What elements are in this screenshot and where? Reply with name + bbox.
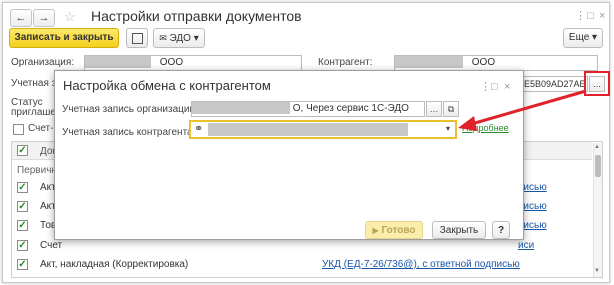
done-button[interactable]: ▶ Готово xyxy=(365,221,423,239)
redacted-block xyxy=(395,56,463,69)
more-button[interactable]: Еще ▾ xyxy=(563,28,603,48)
org-account-select-button[interactable]: … xyxy=(426,101,442,117)
contractor-value: ООО xyxy=(471,57,496,68)
close-icon[interactable]: × xyxy=(599,9,605,23)
dialog-title: Настройка обмена с контрагентом xyxy=(63,78,271,93)
table-row-label: Счет xyxy=(40,240,63,251)
contractor-account-label: Учетная запись контрагента: xyxy=(62,127,196,138)
row-checkbox[interactable]: ✓ xyxy=(17,201,28,212)
save-and-close-button[interactable]: Записать и закрыть xyxy=(9,28,119,48)
contractor-field[interactable]: ООО xyxy=(394,55,598,71)
back-button[interactable]: ← xyxy=(10,9,32,27)
header-checkbox[interactable]: ✓ xyxy=(17,145,28,156)
maximize-icon[interactable]: □ xyxy=(587,9,594,23)
edo-menu-button[interactable]: ✉ ЭДО ▾ xyxy=(153,28,205,48)
redacted-block xyxy=(85,56,151,69)
play-icon: ▶ xyxy=(372,226,379,235)
close-dialog-button[interactable]: Закрыть xyxy=(432,221,486,239)
arrow-right-icon: → xyxy=(38,12,50,24)
star-icon[interactable]: ☆ xyxy=(64,9,76,25)
row-checkbox[interactable]: ✓ xyxy=(17,240,28,251)
more-label: Еще xyxy=(568,32,590,43)
edo-label: ЭДО xyxy=(169,33,191,44)
org-field[interactable]: ООО xyxy=(84,55,302,71)
invoice-checkbox[interactable] xyxy=(13,124,24,135)
table-row-link[interactable]: иси xyxy=(518,240,534,251)
contractor-label: Контрагент: xyxy=(318,57,373,68)
table-row-label: Акт, накладная (Корректировка) xyxy=(40,259,189,270)
help-button[interactable]: ? xyxy=(492,221,510,239)
redacted-block xyxy=(208,123,408,136)
edo-icon: ✉ xyxy=(159,33,167,43)
org-label: Организация: xyxy=(11,57,75,68)
done-label: Готово xyxy=(381,225,416,236)
save-button[interactable] xyxy=(126,28,148,48)
save-icon xyxy=(131,33,143,44)
row-checkbox[interactable]: ✓ xyxy=(17,220,28,231)
scroll-down-icon[interactable]: ▼ xyxy=(594,268,600,274)
chevron-down-icon: ▾ xyxy=(592,32,598,43)
chevron-down-icon: ▾ xyxy=(193,33,199,44)
scroll-up-icon[interactable]: ▲ xyxy=(594,144,600,150)
org-account-field[interactable]: О, Через сервис 1С-ЭДО xyxy=(191,101,425,117)
arrow-left-icon: ← xyxy=(15,12,27,24)
org-account-label: Учетная запись организации: xyxy=(62,104,198,115)
table-row-link[interactable]: УКД (ЕД-7-26/736@), с ответной подписью xyxy=(322,259,520,270)
org-account-value: О, Через сервис 1С-ЭДО xyxy=(292,103,409,114)
red-arrow-annotation xyxy=(458,89,587,131)
scrollbar-thumb[interactable] xyxy=(595,155,601,177)
plug-icon: ⚭ xyxy=(194,123,204,135)
row-checkbox[interactable]: ✓ xyxy=(17,182,28,193)
window-title: Настройки отправки документов xyxy=(91,8,302,24)
org-value: ООО xyxy=(159,57,184,68)
more-vertical-icon[interactable]: ⋮ xyxy=(575,9,586,23)
forward-button[interactable]: → xyxy=(33,9,55,27)
row-checkbox[interactable]: ✓ xyxy=(17,259,28,270)
table-group-label: Первичн xyxy=(17,165,57,176)
redacted-block xyxy=(192,102,290,115)
